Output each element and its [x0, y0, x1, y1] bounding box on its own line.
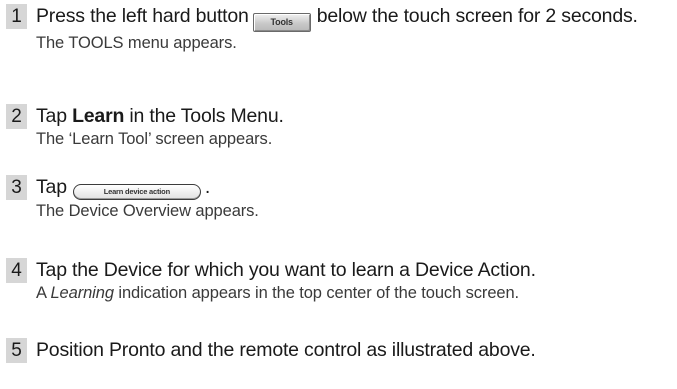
- learn-keyword: Learn: [72, 105, 125, 127]
- step-body: Tap the Device for which you want to lea…: [36, 258, 671, 304]
- instruction-text: Tap: [36, 176, 67, 198]
- step-instruction: Tap the Device for which you want to lea…: [36, 259, 536, 281]
- step-instruction: Press the left hard button Tools below the…: [36, 4, 671, 32]
- step-result: The TOOLS menu appears.: [36, 34, 237, 52]
- step-number: 1: [6, 4, 27, 29]
- step-result: The Device Overview appears.: [36, 202, 259, 220]
- step-number: 5: [6, 338, 27, 363]
- instruction-text: in the Tools Menu.: [124, 105, 284, 127]
- instruction-text: Tap: [36, 105, 73, 127]
- result-text: A: [36, 284, 51, 302]
- step-result: A Learning indication appears in the top…: [36, 282, 671, 304]
- learning-term: Learning: [50, 284, 114, 302]
- step-number: 4: [6, 258, 27, 283]
- learn-device-action-button: Learn device action: [72, 184, 201, 200]
- instruction-text: Press the left hard button: [36, 5, 249, 27]
- instruction-text: .: [204, 176, 211, 198]
- step-body: Tap Learn in the Tools Menu. The ‘Learn …: [36, 104, 671, 150]
- step-instruction: Tap Learn in the Tools Menu.: [36, 104, 671, 128]
- step-result: The ‘Learn Tool’ screen appears.: [36, 130, 273, 148]
- step-number: 3: [6, 175, 27, 200]
- tools-hard-button: Tools: [252, 13, 311, 32]
- step-number: 2: [6, 104, 27, 129]
- step-instruction: Tap Learn device action.: [36, 175, 671, 200]
- step-body: Press the left hard button Tools below the…: [36, 4, 671, 54]
- step-body: Position Pronto and the remote control a…: [36, 338, 671, 362]
- result-text: indication appears in the top center of …: [113, 284, 520, 302]
- step-instruction: Position Pronto and the remote control a…: [36, 339, 536, 361]
- instruction-text: below the touch screen for 2 seconds.: [316, 5, 638, 27]
- step-body: Tap Learn device action. The Device Overv…: [36, 175, 671, 222]
